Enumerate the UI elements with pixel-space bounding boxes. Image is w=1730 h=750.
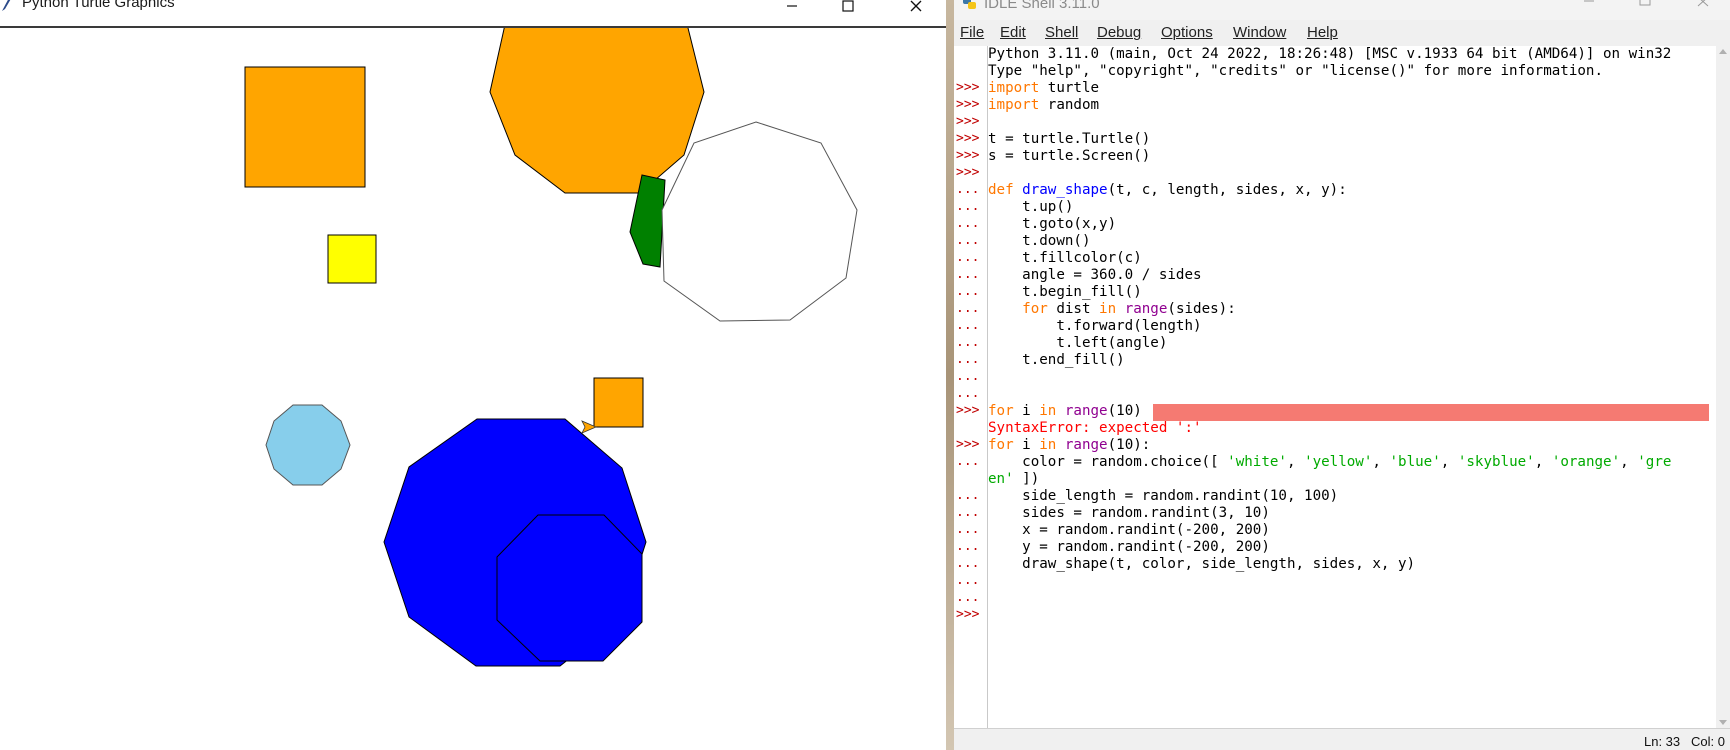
window-title: Python Turtle Graphics bbox=[22, 0, 175, 11]
code-line: s = turtle.Screen() bbox=[988, 148, 1151, 164]
prompt: >>> bbox=[956, 607, 980, 622]
menu-edit[interactable]: Edit bbox=[1000, 24, 1026, 41]
turtle-titlebar[interactable]: Python Turtle Graphics bbox=[0, 0, 946, 28]
shell-text-area[interactable]: Python 3.11.0 (main, Oct 24 2022, 18:26:… bbox=[988, 46, 1716, 728]
code-line: t.forward(length) bbox=[988, 318, 1202, 334]
prompt: ... bbox=[956, 352, 980, 367]
turtle-graphics-window: Python Turtle Graphics bbox=[0, 0, 946, 750]
syntax-error-message: SyntaxError: expected ':' bbox=[988, 420, 1202, 436]
code-line: color = random.choice([ 'white', 'yellow… bbox=[988, 454, 1672, 470]
menu-shell[interactable]: Shell bbox=[1045, 24, 1078, 41]
prompt: ... bbox=[956, 369, 980, 384]
code-line: for i in range(10): bbox=[988, 437, 1151, 453]
code-line: import turtle bbox=[988, 80, 1100, 96]
prompt: ... bbox=[956, 505, 980, 520]
python-logo-icon bbox=[963, 0, 976, 9]
line-col-indicator: Ln: 33 Col: 0 bbox=[1644, 734, 1725, 749]
prompt: ... bbox=[956, 301, 980, 316]
blue-octagon-shape bbox=[496, 514, 643, 662]
prompt: ... bbox=[956, 522, 980, 537]
code-line: t = turtle.Turtle() bbox=[988, 131, 1151, 147]
prompt: ... bbox=[956, 335, 980, 350]
menu-file[interactable]: File bbox=[960, 24, 984, 41]
prompt: ... bbox=[956, 573, 980, 588]
idle-titlebar[interactable]: IDLE Shell 3.11.0 bbox=[954, 0, 1730, 20]
menu-help[interactable]: Help bbox=[1307, 24, 1338, 41]
yellow-square-shape bbox=[327, 234, 377, 284]
prompt: >>> bbox=[956, 165, 980, 180]
prompt: ... bbox=[956, 199, 980, 214]
banner-line: Python 3.11.0 (main, Oct 24 2022, 18:26:… bbox=[988, 46, 1672, 62]
code-line: x = random.randint(-200, 200) bbox=[988, 522, 1270, 538]
skyblue-decagon-shape bbox=[265, 404, 351, 486]
prompt: ... bbox=[956, 250, 980, 265]
vertical-scrollbar[interactable] bbox=[1716, 46, 1730, 728]
white-decagon-shape bbox=[661, 121, 858, 322]
prompt: ... bbox=[956, 488, 980, 503]
code-line: for dist in range(sides): bbox=[1022, 301, 1236, 317]
code-line: angle = 360.0 / sides bbox=[988, 267, 1202, 283]
code-line: y = random.randint(-200, 200) bbox=[988, 539, 1270, 555]
menu-bar: File Edit Shell Debug Options Window Hel… bbox=[954, 22, 1730, 46]
minimize-icon[interactable] bbox=[772, 0, 812, 18]
feather-icon bbox=[2, 0, 11, 11]
code-line: draw_shape(t, color, side_length, sides,… bbox=[988, 556, 1416, 572]
prompt: ... bbox=[956, 386, 980, 401]
code-line: t.up() bbox=[988, 199, 1074, 215]
prompt: ... bbox=[956, 233, 980, 248]
prompt: ... bbox=[956, 556, 980, 571]
prompt: ... bbox=[956, 454, 980, 469]
menu-debug[interactable]: Debug bbox=[1097, 24, 1141, 41]
idle-shell-window: IDLE Shell 3.11.0 File Edit Shell Debug … bbox=[954, 0, 1730, 750]
orange-square-shape bbox=[244, 66, 366, 188]
code-line: t.left(angle) bbox=[988, 335, 1168, 351]
status-bar: Ln: 33 Col: 0 bbox=[954, 728, 1730, 750]
code-line: sides = random.randint(3, 10) bbox=[988, 505, 1270, 521]
code-line: import random bbox=[988, 97, 1100, 113]
turtle-canvas bbox=[244, 28, 858, 667]
banner-line: Type "help", "copyright", "credits" or "… bbox=[988, 63, 1603, 79]
code-line: t.goto(x,y) bbox=[988, 216, 1117, 232]
prompt: ... bbox=[956, 539, 980, 554]
prompt: ... bbox=[956, 267, 980, 282]
idle-maximize-icon[interactable] bbox=[1638, 0, 1658, 13]
prompt: >>> bbox=[956, 403, 980, 418]
menu-options[interactable]: Options bbox=[1161, 24, 1213, 41]
close-icon[interactable] bbox=[896, 0, 936, 18]
menu-window[interactable]: Window bbox=[1233, 24, 1286, 41]
prompt: >>> bbox=[956, 97, 980, 112]
code-line: t.begin_fill() bbox=[988, 284, 1142, 300]
code-line: for i in range(10) bbox=[988, 403, 1142, 419]
prompt: >>> bbox=[956, 437, 980, 452]
code-line: t.end_fill() bbox=[988, 352, 1125, 368]
code-line: side_length = random.randint(10, 100) bbox=[988, 488, 1339, 504]
code-line: def draw_shape(t, c, length, sides, x, y… bbox=[988, 182, 1347, 198]
maximize-icon[interactable] bbox=[828, 0, 868, 18]
prompt: >>> bbox=[956, 131, 980, 146]
idle-minimize-icon[interactable] bbox=[1582, 0, 1602, 13]
prompt: ... bbox=[956, 216, 980, 231]
code-line: en' ]) bbox=[988, 471, 1040, 487]
code-line: t.down() bbox=[988, 233, 1091, 249]
prompt: ... bbox=[956, 590, 980, 605]
orange-nonagon-shape bbox=[489, 28, 705, 194]
code-line: t.fillcolor(c) bbox=[988, 250, 1142, 266]
prompt: ... bbox=[956, 284, 980, 299]
window-gap bbox=[946, 0, 954, 750]
prompt: >>> bbox=[956, 80, 980, 95]
orange-small-square-shape bbox=[593, 377, 644, 428]
prompt: >>> bbox=[956, 148, 980, 163]
prompt: ... bbox=[956, 318, 980, 333]
idle-window-title: IDLE Shell 3.11.0 bbox=[984, 0, 1100, 12]
prompt: >>> bbox=[956, 114, 980, 129]
idle-close-icon[interactable] bbox=[1696, 0, 1716, 13]
prompt-gutter: >>> >>> >>> >>> >>> >>> ... ... ... ... … bbox=[954, 46, 988, 728]
prompt: ... bbox=[956, 182, 980, 197]
